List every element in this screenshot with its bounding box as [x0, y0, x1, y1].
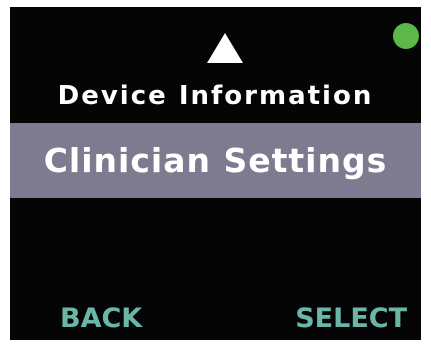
menu-item-device-information[interactable]: Device Information: [10, 73, 421, 119]
status-indicator-icon: [393, 23, 419, 49]
scroll-up-arrow-icon[interactable]: [207, 33, 243, 63]
device-screen: Device Information Clinician Settings BA…: [10, 7, 421, 340]
select-softkey[interactable]: SELECT: [295, 299, 407, 339]
back-softkey[interactable]: BACK: [60, 299, 142, 339]
menu-item-clinician-settings-selected[interactable]: Clinician Settings: [10, 123, 421, 198]
selected-item-label: Clinician Settings: [43, 141, 388, 180]
